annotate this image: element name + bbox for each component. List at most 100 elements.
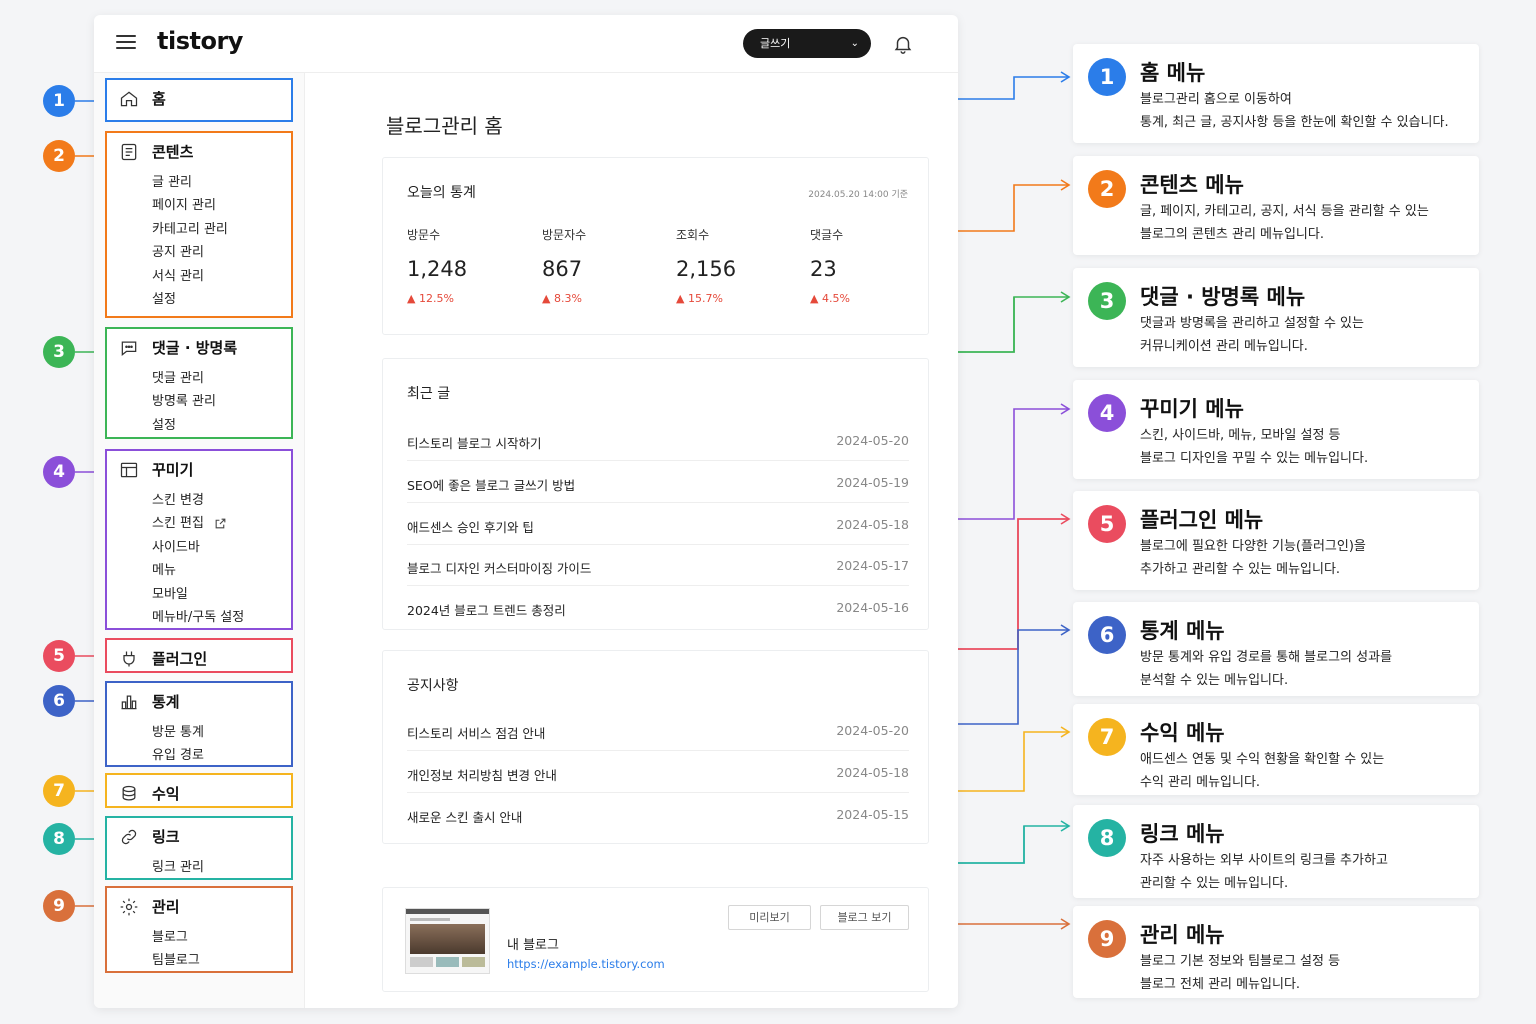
description-line: 글, 페이지, 카테고리, 공지, 서식 등을 관리할 수 있는	[1140, 204, 1429, 219]
link-icon	[121, 829, 137, 844]
item-title[interactable]: SEO에 좋은 블로그 글쓰기 방법	[407, 475, 575, 494]
connector-revenue	[958, 731, 1068, 792]
info-title: 관리 메뉴	[1140, 923, 1225, 947]
description-line: 수익 관리 메뉴입니다.	[1140, 774, 1261, 790]
description-line: 커뮤니케이션 관리 메뉴입니다.	[1140, 338, 1308, 354]
description-line: 스킨, 사이드바, 메뉴, 모바일 설정 등	[1140, 428, 1341, 443]
sidebar-item-2[interactable]: 콘텐츠글 관리 페이지 관리 카테고리 관리 공지 관리 서식 관리 설정	[105, 131, 293, 318]
submenu-item[interactable]: 블로그	[152, 926, 200, 949]
menu-head[interactable]: 링크	[119, 826, 180, 847]
blog-thumbnail[interactable]	[405, 908, 490, 974]
submenu-item[interactable]: 페이지 관리	[152, 194, 228, 217]
connector-stats	[958, 629, 1068, 725]
description-line: 블로그 기본 정보와 팀블로그 설정 등	[1140, 954, 1341, 969]
info-description: 애드센스 연동 및 수익 현황을 확인할 수 있는 수익 관리 메뉴입니다.	[1140, 749, 1384, 794]
sidebar-item-5[interactable]: 플러그인	[105, 638, 293, 673]
menu-head[interactable]: 수익	[119, 783, 180, 804]
preview-button[interactable]: 미리보기	[728, 905, 811, 930]
menu-title: 관리	[152, 898, 180, 916]
stat-change: ▲ 12.5%	[407, 292, 454, 305]
list-item[interactable]: 티스토리 블로그 시작하기 2024-05-20	[407, 419, 909, 461]
description-line: 블로그관리 홈으로 이동하여	[1140, 92, 1292, 107]
info-description: 블로그 기본 정보와 팀블로그 설정 등 블로그 전체 관리 메뉴입니다.	[1140, 951, 1340, 996]
sidebar-item-8[interactable]: 링크링크 관리	[105, 816, 293, 880]
item-title[interactable]: 티스토리 서비스 점검 안내	[407, 723, 545, 742]
sidebar-item-9[interactable]: 관리블로그 팀블로그	[105, 886, 293, 973]
menu-head[interactable]: 홈	[119, 88, 166, 109]
sidebar-item-1[interactable]: 홈	[105, 78, 293, 122]
step-badge-4: 4	[1088, 394, 1126, 432]
recent-posts-card: 최근 글 티스토리 블로그 시작하기 2024-05-20 SEO에 좋은 블로그 …	[382, 358, 929, 630]
info-title: 댓글 · 방명록 메뉴	[1140, 285, 1306, 309]
list-item[interactable]: 애드센스 승인 후기와 팁 2024-05-18	[407, 503, 909, 545]
sidebar-item-4[interactable]: 꾸미기스킨 변경 스킨 편집 사이드바 메뉴 모바일 메뉴바/구독 설정	[105, 449, 293, 630]
hamburger-menu-icon[interactable]	[116, 35, 136, 51]
step-badge-5: 5	[1088, 505, 1126, 543]
menu-head[interactable]: 꾸미기	[119, 459, 193, 480]
menu-head[interactable]: 플러그인	[119, 648, 207, 669]
item-title[interactable]: 새로운 스킨 출시 안내	[407, 807, 522, 826]
info-title: 콘텐츠 메뉴	[1140, 173, 1244, 197]
sidebar-item-3[interactable]: 댓글 · 방명록댓글 관리 방명록 관리 설정	[105, 327, 293, 439]
submenu-item[interactable]: 모바일	[152, 583, 244, 606]
connector-decorate-arrowhead	[1060, 403, 1071, 415]
connector-contents	[958, 184, 1068, 232]
external-link-icon	[215, 519, 226, 529]
submenu-item[interactable]: 서식 관리	[152, 265, 228, 288]
blog-url-link[interactable]: https://example.tistory.com	[507, 957, 665, 971]
top-bar: tistory 글쓰기 ⌄	[94, 15, 958, 73]
menu-head[interactable]: 댓글 · 방명록	[119, 337, 237, 358]
step-badge-6: 6	[1088, 616, 1126, 654]
menu-head[interactable]: 관리	[119, 896, 180, 917]
my-blog-card: 내 블로그 https://example.tistory.com 미리보기 블…	[382, 887, 929, 992]
item-title[interactable]: 티스토리 블로그 시작하기	[407, 433, 541, 452]
item-date: 2024-05-18	[836, 516, 909, 532]
connector-manage-arrowhead	[1060, 918, 1071, 930]
info-panel-8: 8 링크 메뉴 자주 사용하는 외부 사이트의 링크를 추가하고 관리할 수 있는 메…	[1073, 805, 1479, 898]
notification-bell-icon[interactable]	[892, 33, 914, 55]
submenu-item[interactable]: 메뉴바/구독 설정	[152, 606, 244, 629]
item-title[interactable]: 블로그 디자인 커스터마이징 가이드	[407, 558, 591, 577]
submenu-item[interactable]: 유입 경로	[152, 744, 204, 767]
plug-icon	[123, 651, 135, 666]
list-item[interactable]: 2024년 블로그 트렌드 총정리 2024-05-16	[407, 586, 909, 628]
submenu-item[interactable]: 글 관리	[152, 171, 228, 194]
stat-visitors: 방문자수 867 ▲ 8.3%	[542, 226, 662, 305]
write-post-button[interactable]: 글쓰기 ⌄	[743, 29, 871, 58]
sidebar-item-7[interactable]: 수익	[105, 773, 293, 808]
info-panel-1: 1 홈 메뉴 블로그관리 홈으로 이동하여 통계, 최근 글, 공지사항 등을 한눈에…	[1073, 44, 1479, 143]
submenu-item[interactable]: 메뉴	[152, 559, 244, 582]
menu-head[interactable]: 콘텐츠	[119, 141, 193, 162]
list-item[interactable]: 블로그 디자인 커스터마이징 가이드 2024-05-17	[407, 544, 909, 587]
submenu-item[interactable]: 스킨 편집	[152, 512, 244, 535]
menu-title: 링크	[152, 828, 180, 846]
menu-title: 통계	[152, 693, 180, 711]
submenu-item[interactable]: 팀블로그	[152, 949, 200, 972]
submenu-item[interactable]: 카테고리 관리	[152, 218, 228, 241]
sidebar-item-6[interactable]: 통계방문 통계 유입 경로	[105, 681, 293, 767]
submenu-item[interactable]: 공지 관리	[152, 241, 228, 264]
list-item[interactable]: SEO에 좋은 블로그 글쓰기 방법 2024-05-19	[407, 461, 909, 503]
submenu-item[interactable]: 댓글 관리	[152, 367, 216, 390]
submenu-item[interactable]: 사이드바	[152, 536, 244, 559]
home-icon	[120, 91, 138, 106]
list-item[interactable]: 개인정보 처리방침 변경 안내 2024-05-18	[407, 751, 909, 793]
submenu-item[interactable]: 방명록 관리	[152, 390, 216, 413]
list-item[interactable]: 티스토리 서비스 점검 안내 2024-05-20	[407, 709, 909, 751]
submenu-item[interactable]: 스킨 변경	[152, 489, 244, 512]
connector-revenue-arrowhead	[1060, 726, 1071, 738]
submenu-item[interactable]: 설정	[152, 288, 228, 311]
submenu-item[interactable]: 설정	[152, 414, 216, 437]
menu-head[interactable]: 통계	[119, 691, 180, 712]
view-blog-button[interactable]: 블로그 보기	[820, 905, 909, 930]
list-item[interactable]: 새로운 스킨 출시 안내 2024-05-15	[407, 793, 909, 835]
item-title[interactable]: 2024년 블로그 트렌드 총정리	[407, 600, 566, 619]
item-title[interactable]: 개인정보 처리방침 변경 안내	[407, 765, 557, 784]
submenu-item[interactable]: 방문 통계	[152, 721, 204, 744]
info-panel-9: 9 관리 메뉴 블로그 기본 정보와 팀블로그 설정 등 블로그 전체 관리 메뉴입니…	[1073, 906, 1479, 998]
chart-icon	[121, 695, 137, 709]
tistory-logo[interactable]: tistory	[157, 27, 243, 55]
item-title[interactable]: 애드센스 승인 후기와 팁	[407, 517, 534, 536]
step-badge-1: 1	[43, 85, 75, 117]
submenu-item[interactable]: 링크 관리	[152, 856, 204, 879]
